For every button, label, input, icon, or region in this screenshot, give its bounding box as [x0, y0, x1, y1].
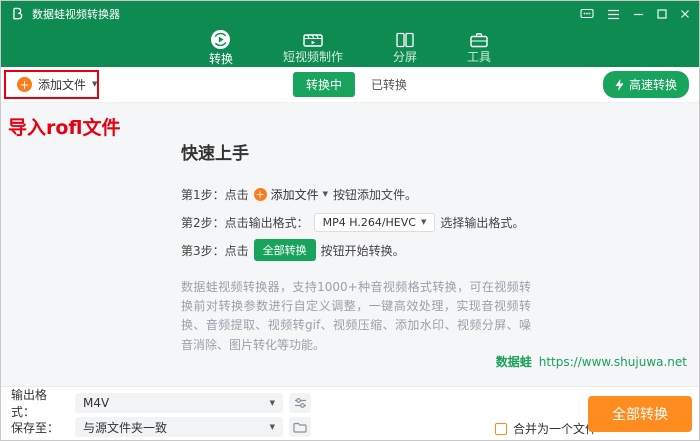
- save-to-label: 保存至：: [11, 420, 60, 435]
- minimize-icon[interactable]: [633, 9, 644, 20]
- lightning-icon: [615, 78, 624, 91]
- app-title: 数据蛙视频转换器: [32, 8, 120, 21]
- convert-all-button[interactable]: 全部转换: [588, 396, 692, 432]
- tab-convert[interactable]: 转换: [195, 27, 247, 67]
- high-speed-convert-button[interactable]: 高速转换: [602, 71, 689, 98]
- maximize-icon[interactable]: [657, 9, 667, 19]
- chevron-down-icon: ▼: [92, 80, 98, 88]
- clapperboard-icon: [303, 31, 323, 48]
- convert-icon: [210, 29, 231, 50]
- chevron-down-icon: ▼: [322, 189, 329, 198]
- merge-checkbox[interactable]: [495, 422, 507, 435]
- plus-icon: +: [253, 187, 267, 201]
- chevron-down-icon: ▼: [420, 217, 427, 226]
- step-1: 第1步：点击 + 添加文件 ▼ 按钮添加文件。: [181, 180, 531, 208]
- step-text: 第1步：点击: [181, 187, 249, 202]
- brand-name: 数据蛙: [495, 355, 532, 369]
- step-text: 按钮开始转换。: [320, 243, 405, 258]
- footer: 输出格式： M4V ▼ 保存至： 与源文件夹一致 ▼ 合并为一个文件 全部转换: [1, 386, 699, 440]
- tab-split-screen[interactable]: 分屏: [379, 27, 431, 67]
- merge-label: 合并为一个文件: [513, 422, 598, 436]
- step-text: 第2步：点击输出格式：: [181, 215, 309, 230]
- output-format-row: 输出格式： M4V ▼: [11, 388, 311, 419]
- step-format-dropdown[interactable]: MP4 H.264/HEVC ▼: [313, 212, 436, 232]
- tabbar: 转换 短视频制作 分屏 工具: [1, 27, 699, 67]
- toolbox-icon: [470, 32, 488, 48]
- converted-tab[interactable]: 已转换: [371, 76, 407, 93]
- website-url: https://www.shujuwa.net: [538, 354, 687, 369]
- sliders-icon: [294, 397, 307, 409]
- step-add-file-button[interactable]: + 添加文件 ▼: [253, 186, 329, 203]
- merge-checkbox-row[interactable]: 合并为一个文件: [495, 420, 597, 437]
- open-folder-button[interactable]: [289, 417, 311, 437]
- tab-label: 工具: [467, 49, 492, 64]
- plus-icon: +: [17, 77, 32, 92]
- step-convert-all-button[interactable]: 全部转换: [253, 239, 316, 261]
- step-text: 第3步：点击: [181, 243, 249, 258]
- app-logo-icon: [10, 6, 26, 22]
- format-settings-button[interactable]: [289, 393, 311, 413]
- step-3: 第3步：点击 全部转换 按钮开始转换。: [181, 236, 531, 264]
- tab-label: 短视频制作: [282, 50, 343, 64]
- add-file-button[interactable]: + 添加文件 ▼: [11, 72, 103, 97]
- chevron-down-icon: ▼: [269, 398, 275, 407]
- step-2: 第2步：点击输出格式： MP4 H.264/HEVC ▼ 选择输出格式。: [181, 208, 531, 236]
- tab-label: 转换: [208, 52, 233, 66]
- quick-start-panel: 快速上手 第1步：点击 + 添加文件 ▼ 按钮添加文件。 第2步：点击输出格式：…: [181, 139, 531, 355]
- add-file-label: 添加文件: [38, 78, 87, 92]
- app-description: 数据蛙视频转换器，支持1000+种音视频格式转换，可在视频转换前对转换参数进行自…: [181, 280, 531, 352]
- chevron-down-icon: ▼: [269, 422, 275, 431]
- save-to-value: 与源文件夹一致: [83, 420, 168, 435]
- output-format-label: 输出格式：: [11, 388, 48, 419]
- close-icon[interactable]: [680, 9, 690, 19]
- converting-tab[interactable]: 转换中: [292, 72, 355, 97]
- feedback-icon[interactable]: [580, 8, 594, 20]
- window-controls: [580, 8, 690, 20]
- app-window: 数据蛙视频转换器 转换 短视频制作 分屏 工具 + 添加文件 ▼ 转换中 已转换…: [0, 0, 700, 441]
- annotation-text: 导入rofl文件: [8, 117, 121, 139]
- tab-tools[interactable]: 工具: [453, 27, 505, 67]
- menu-icon[interactable]: [607, 9, 620, 20]
- high-speed-label: 高速转换: [628, 78, 677, 92]
- folder-icon: [293, 422, 307, 433]
- tab-label: 分屏: [393, 49, 418, 64]
- step-add-file-label: 添加文件: [270, 187, 319, 202]
- toolbar: + 添加文件 ▼ 转换中 已转换 高速转换: [1, 67, 699, 103]
- save-to-row: 保存至： 与源文件夹一致 ▼: [11, 417, 311, 437]
- website-link[interactable]: 数据蛙 https://www.shujuwa.net: [496, 353, 687, 370]
- tab-short-video[interactable]: 短视频制作: [269, 27, 357, 67]
- output-format-value: M4V: [83, 396, 110, 410]
- save-to-select[interactable]: 与源文件夹一致 ▼: [75, 417, 283, 437]
- step-format-value: MP4 H.264/HEVC: [322, 215, 416, 229]
- main-area: 导入rofl文件 快速上手 第1步：点击 + 添加文件 ▼ 按钮添加文件。 第2…: [1, 103, 699, 386]
- step-text: 选择输出格式。: [440, 215, 525, 230]
- titlebar: 数据蛙视频转换器: [1, 1, 699, 27]
- split-screen-icon: [396, 32, 414, 48]
- output-format-select[interactable]: M4V ▼: [75, 393, 283, 413]
- step-text: 按钮添加文件。: [333, 187, 418, 202]
- quick-start-title: 快速上手: [181, 144, 249, 164]
- convert-status-switch: 转换中 已转换: [292, 72, 407, 97]
